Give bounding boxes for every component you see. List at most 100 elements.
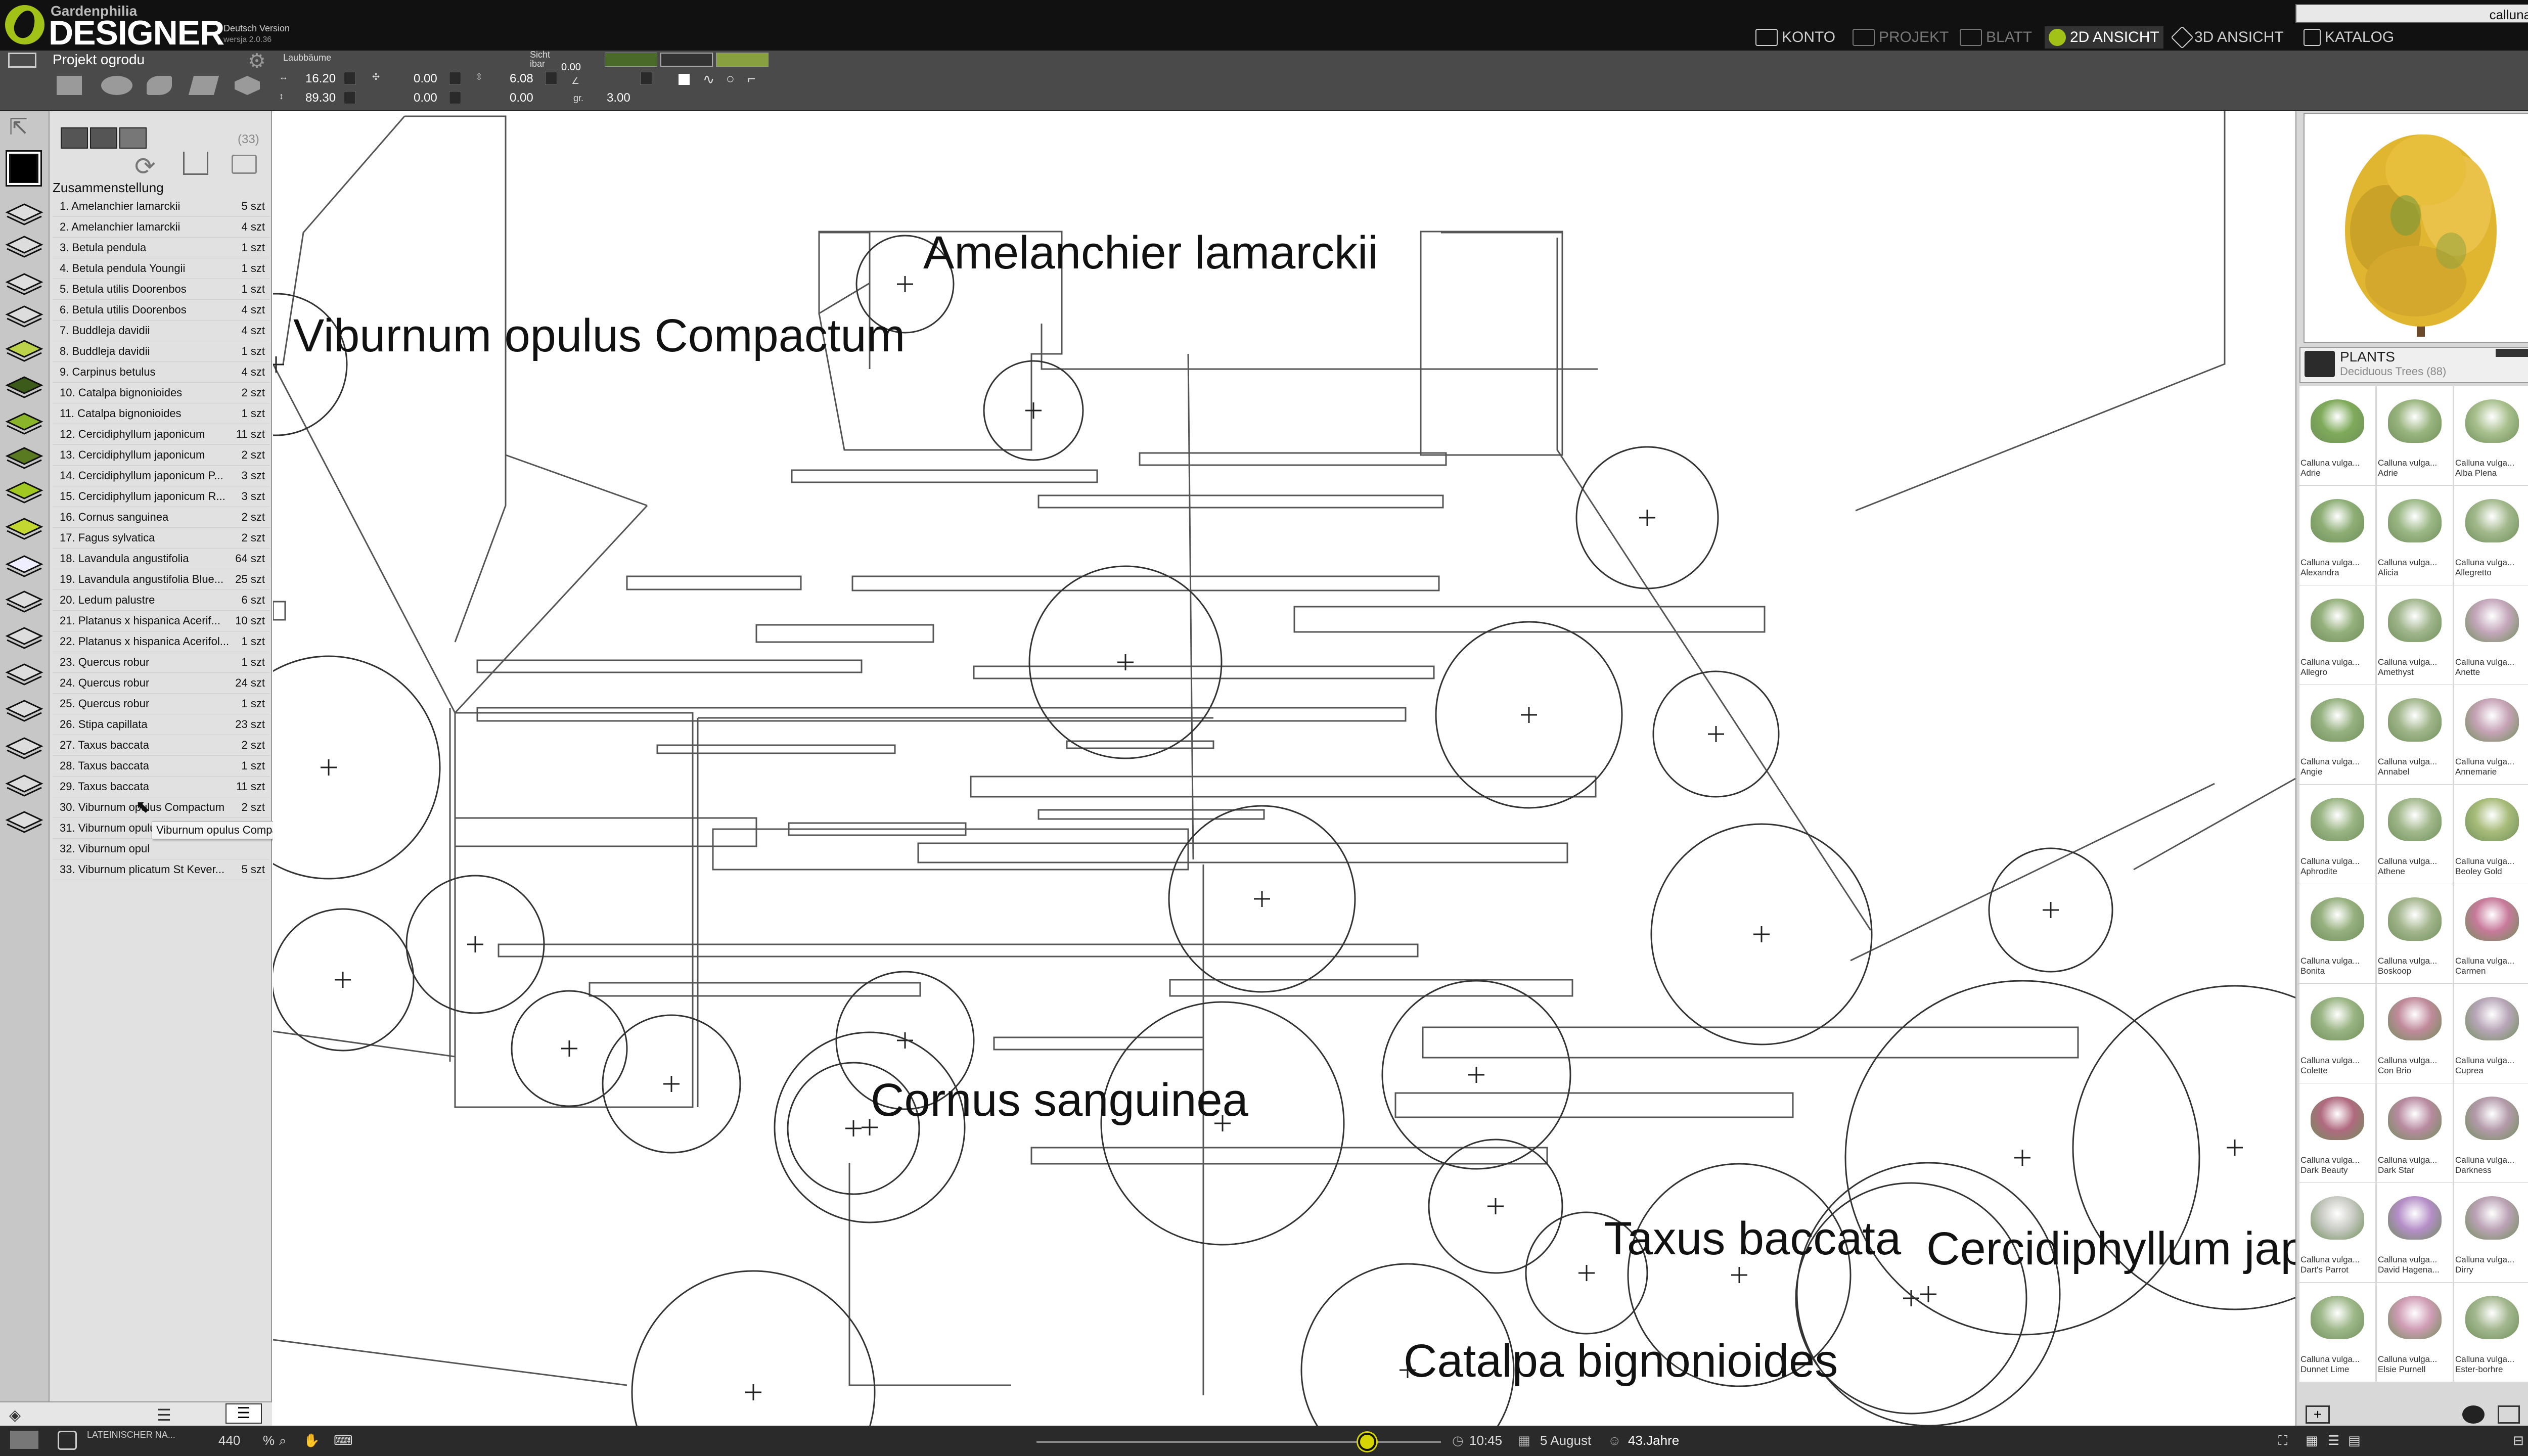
layer-icon[interactable]	[5, 809, 43, 835]
size-b-value[interactable]: 0.00	[510, 91, 533, 105]
boundary-line[interactable]	[1441, 232, 1563, 445]
rotate-icon[interactable]: ∠	[571, 76, 579, 86]
layer-icon[interactable]	[5, 516, 43, 542]
label-cercidiphyllum[interactable]: Cercidiphyllum japo	[1926, 1222, 2295, 1276]
layer-icon[interactable]	[5, 271, 43, 297]
catalog-item[interactable]: Calluna vulga... Dark Star	[2377, 1083, 2453, 1183]
layer-icon[interactable]	[5, 338, 43, 364]
view-mode-3-icon[interactable]	[119, 127, 147, 149]
zoom-out-icon[interactable]: ⊟	[2513, 1433, 2524, 1448]
height-value[interactable]: 89.30	[305, 91, 336, 105]
catalog-item[interactable]: Calluna vulga... Anette	[2454, 585, 2528, 685]
list-item[interactable]: 24. Quercus robur 24 szt	[53, 673, 270, 694]
tree-center-mark[interactable]	[1753, 926, 1770, 942]
boundary-line[interactable]	[273, 1339, 627, 1386]
list-item[interactable]: 2. Amelanchier lamarckii 4 szt	[53, 217, 270, 238]
layer-icon[interactable]	[5, 625, 43, 651]
list-item[interactable]: 1. Amelanchier lamarckii 5 szt	[53, 196, 270, 217]
planting-bed[interactable]	[476, 707, 1407, 722]
line-style-swatch[interactable]	[660, 53, 713, 67]
tree-center-mark[interactable]	[1254, 891, 1270, 907]
fill-toggle-icon[interactable]	[679, 74, 690, 85]
rectangle-tool-icon[interactable]	[57, 76, 82, 95]
tree-center-mark[interactable]	[897, 1032, 913, 1049]
ellipse-tool-icon[interactable]	[101, 76, 132, 95]
tree-center-mark[interactable]	[561, 1040, 577, 1057]
polygon-tool-icon[interactable]	[188, 76, 219, 95]
tree-center-mark[interactable]	[2014, 1150, 2030, 1166]
layout-icon[interactable]	[2498, 1405, 2520, 1424]
tree-center-mark[interactable]	[745, 1384, 761, 1400]
pos-y-value[interactable]: 0.00	[414, 91, 437, 105]
width-stepper[interactable]	[344, 72, 356, 85]
boundary-line[interactable]	[454, 505, 648, 714]
planting-bed[interactable]	[1394, 1092, 1794, 1118]
list-item[interactable]: 7. Buddleja davidii 4 szt	[53, 321, 270, 341]
planting-bed[interactable]	[1139, 452, 1447, 466]
boundary-line[interactable]	[404, 115, 507, 643]
tree-center-mark[interactable]	[1468, 1067, 1484, 1083]
planting-bed[interactable]	[851, 575, 1440, 592]
planting-bed[interactable]	[626, 575, 802, 590]
catalog-item[interactable]: Calluna vulga... Adrie	[2377, 386, 2453, 486]
time-slider-knob[interactable]	[1358, 1433, 1376, 1451]
layer-icon[interactable]	[5, 588, 43, 615]
catalog-item[interactable]: Calluna vulga... Dart's Parrot	[2299, 1183, 2375, 1283]
detail-view-icon[interactable]: ☰	[225, 1403, 262, 1424]
catalog-item[interactable]: Calluna vulga... Athene	[2377, 785, 2453, 884]
planting-bed[interactable]	[454, 817, 757, 847]
boundary-line[interactable]	[1041, 324, 1598, 370]
project-panel-icon[interactable]	[8, 53, 36, 68]
boundary-line[interactable]	[1850, 783, 2215, 962]
circle-icon[interactable]: ○	[726, 71, 735, 87]
view-list-icon[interactable]: ☰	[2328, 1433, 2339, 1448]
tree-center-mark[interactable]	[1639, 510, 1655, 526]
label-catalpa[interactable]: Catalpa bignonioides	[1404, 1335, 1838, 1388]
catalog-item[interactable]: Calluna vulga... Con Brio	[2377, 984, 2453, 1083]
catalog-item[interactable]: Calluna vulga... Angie	[2299, 685, 2375, 785]
add-plant-icon[interactable]: +	[2306, 1405, 2330, 1424]
list-item[interactable]: 23. Quercus robur 1 szt	[53, 652, 270, 673]
corner-icon[interactable]: ⌐	[747, 71, 755, 87]
tree-center-mark[interactable]	[1521, 707, 1537, 723]
pos-x-stepper[interactable]	[449, 72, 461, 85]
list-item[interactable]: 16. Cornus sanguinea 2 szt	[53, 507, 270, 528]
nav-projekt[interactable]: PROJEKT	[1853, 26, 1949, 49]
list-item[interactable]: 12. Cercidiphyllum japonicum 11 szt	[53, 424, 270, 445]
tree-canopy[interactable]	[273, 655, 441, 880]
fullscreen-icon[interactable]: ⛶	[2278, 1433, 2287, 1449]
list-item[interactable]: 3. Betula pendula 1 szt	[53, 238, 270, 258]
stroke-stepper[interactable]	[640, 72, 652, 85]
refresh-icon[interactable]: ⟳	[134, 152, 156, 181]
tree-center-mark[interactable]	[1708, 726, 1724, 742]
tree-center-mark[interactable]	[467, 936, 483, 952]
catalog-item[interactable]: Calluna vulga... Darkness	[2454, 1083, 2528, 1183]
planting-bed[interactable]	[1293, 606, 1766, 633]
list-item[interactable]: 6. Betula utilis Doorenbos 4 szt	[53, 300, 270, 321]
view-mode-2-icon[interactable]	[90, 127, 117, 149]
nav-konto[interactable]: KONTO	[1755, 26, 1835, 49]
size-a-value[interactable]: 6.08	[510, 72, 533, 86]
boundary-line[interactable]	[2133, 778, 2295, 871]
tree-center-mark[interactable]	[1920, 1286, 1936, 1302]
list-item[interactable]: 13. Cercidiphyllum japonicum 2 szt	[53, 445, 270, 466]
export-icon[interactable]	[183, 152, 208, 175]
panel-toggle-icon[interactable]	[10, 1431, 38, 1449]
boundary-line[interactable]	[848, 1163, 1011, 1386]
select-arrow-icon[interactable]: ⇱	[9, 114, 28, 140]
list-item[interactable]: 30. Viburnum opulus Compactum 2 szt	[53, 797, 270, 818]
catalog-item[interactable]: Calluna vulga... Beoley Gold	[2454, 785, 2528, 884]
catalog-item[interactable]: Calluna vulga... Boskoop	[2377, 884, 2453, 984]
pos-y-stepper[interactable]	[449, 91, 461, 104]
list-item[interactable]: 27. Taxus baccata 2 szt	[53, 735, 270, 756]
planting-bed[interactable]	[589, 982, 921, 997]
nav-blatt[interactable]: BLATT	[1960, 26, 2032, 49]
planting-bed[interactable]	[476, 659, 863, 673]
nav-katalog[interactable]: KATALOG	[2304, 26, 2394, 49]
list-item[interactable]: 11. Catalpa bignonioides 1 szt	[53, 403, 270, 424]
list-item[interactable]: 33. Viburnum plicatum St Kever... 5 szt	[53, 859, 270, 880]
nav-2d-ansicht[interactable]: 2D ANSICHT	[2045, 26, 2163, 49]
tree-center-mark[interactable]	[1025, 402, 1042, 419]
boundary-line[interactable]	[1855, 111, 2226, 512]
planting-bed[interactable]	[970, 776, 1597, 798]
